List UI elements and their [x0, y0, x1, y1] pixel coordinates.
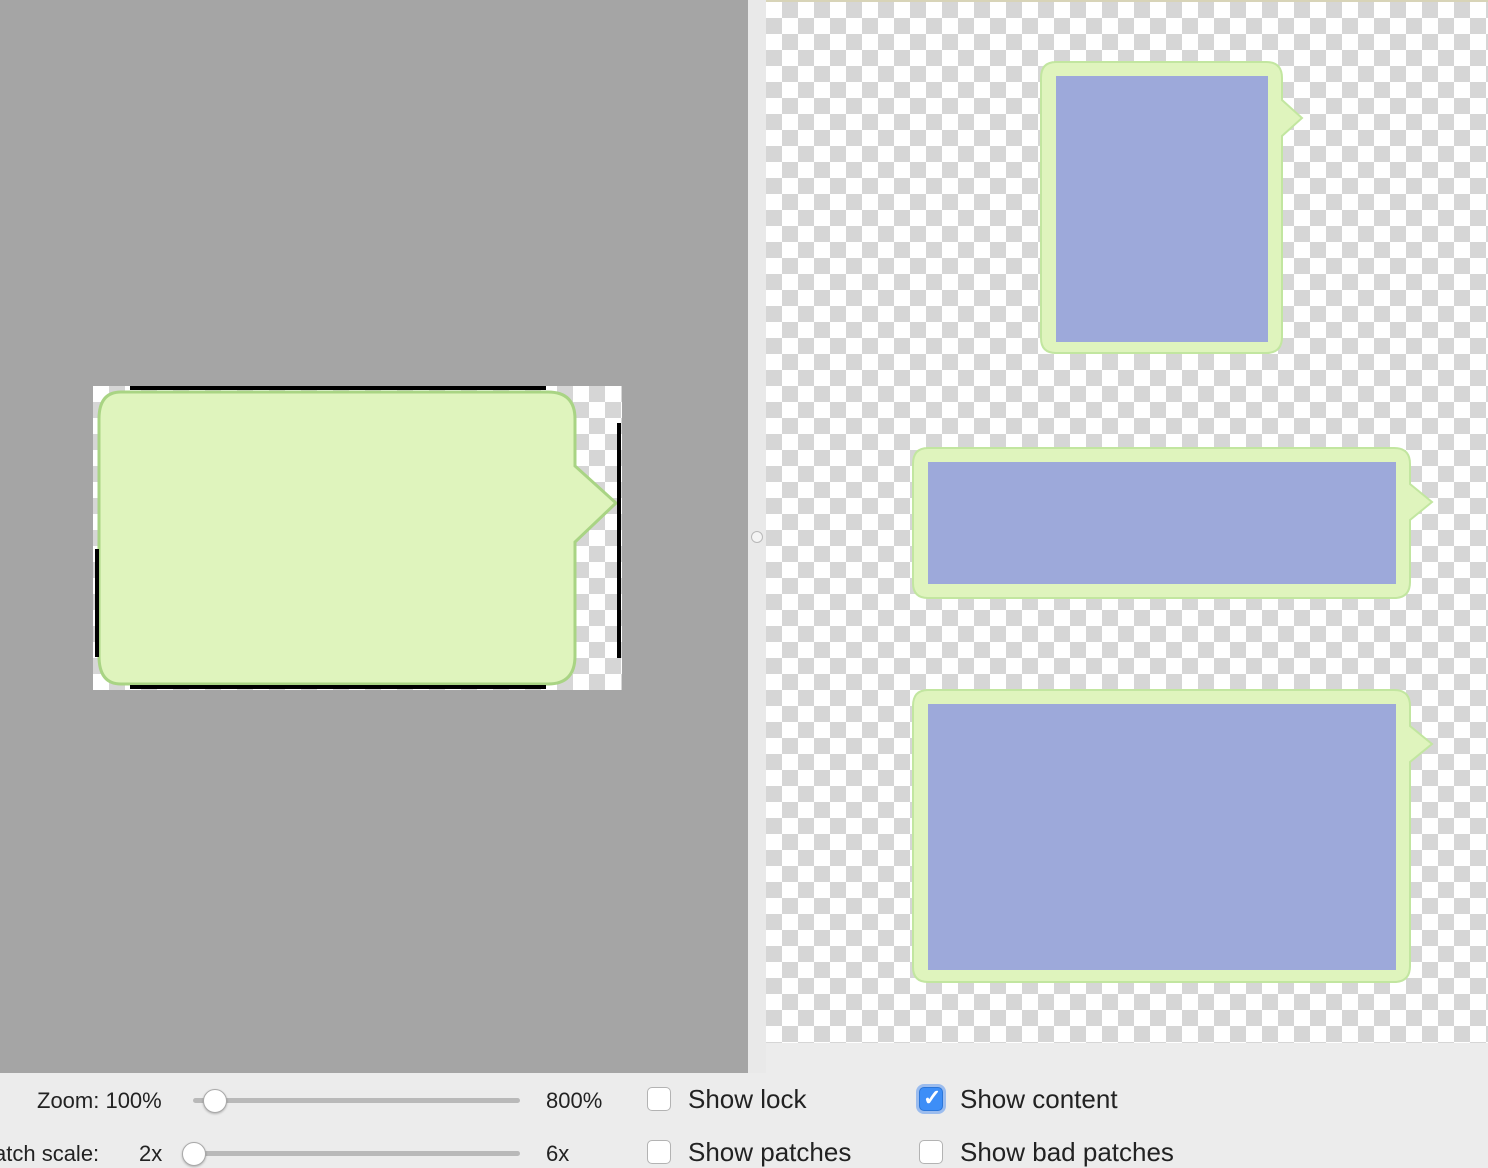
- checkmark-icon: ✓: [923, 1085, 942, 1110]
- show-patches-label[interactable]: Show patches: [688, 1137, 851, 1168]
- content-area: [928, 462, 1396, 584]
- patch-scale-value: 2x: [139, 1141, 163, 1166]
- show-bad-patches-checkbox[interactable]: [919, 1140, 943, 1164]
- speech-bubble-graphic: [97, 390, 619, 686]
- show-lock-label[interactable]: Show lock: [688, 1084, 807, 1115]
- preview-vertical-stretch: [1040, 61, 1304, 354]
- show-bad-patches-label[interactable]: Show bad patches: [960, 1137, 1174, 1168]
- stretch-preview-pane: [766, 2, 1488, 1043]
- preview-graphics: [912, 61, 1434, 983]
- patch-marker-top[interactable]: [130, 386, 546, 390]
- bubble-shape: [97, 390, 619, 686]
- show-content-label[interactable]: Show content: [960, 1084, 1118, 1115]
- show-patches-checkbox[interactable]: [647, 1140, 671, 1164]
- patch-scale-max-label: 6x: [546, 1141, 570, 1166]
- zoom-slider-track[interactable]: [193, 1098, 520, 1103]
- show-lock-checkbox[interactable]: [647, 1087, 671, 1111]
- content-area: [1056, 76, 1268, 342]
- patch-marker-bottom[interactable]: [130, 685, 546, 689]
- show-content-checkbox[interactable]: ✓: [919, 1085, 943, 1111]
- zoom-label: Zoom: 100%: [37, 1088, 162, 1113]
- zoom-slider-knob[interactable]: [203, 1089, 227, 1113]
- patch-marker-right[interactable]: [617, 423, 621, 658]
- controls-bar: Zoom: 100% 800% atch scale: 2x 6x Show l…: [0, 1073, 1488, 1168]
- zoom-max-label: 800%: [546, 1088, 603, 1113]
- splitter-handle[interactable]: [751, 531, 763, 543]
- ninepatch-editor-canvas[interactable]: [0, 0, 748, 1073]
- patch-scale-label: atch scale:: [0, 1141, 100, 1166]
- content-area: [928, 704, 1396, 970]
- patch-scale-slider-track[interactable]: [184, 1151, 520, 1156]
- patch-marker-left[interactable]: [95, 549, 99, 657]
- ninepatch-image[interactable]: [93, 386, 622, 690]
- patch-scale-slider-knob[interactable]: [182, 1142, 206, 1166]
- preview-horizontal-stretch: [912, 447, 1434, 599]
- preview-both-stretch: [912, 689, 1434, 983]
